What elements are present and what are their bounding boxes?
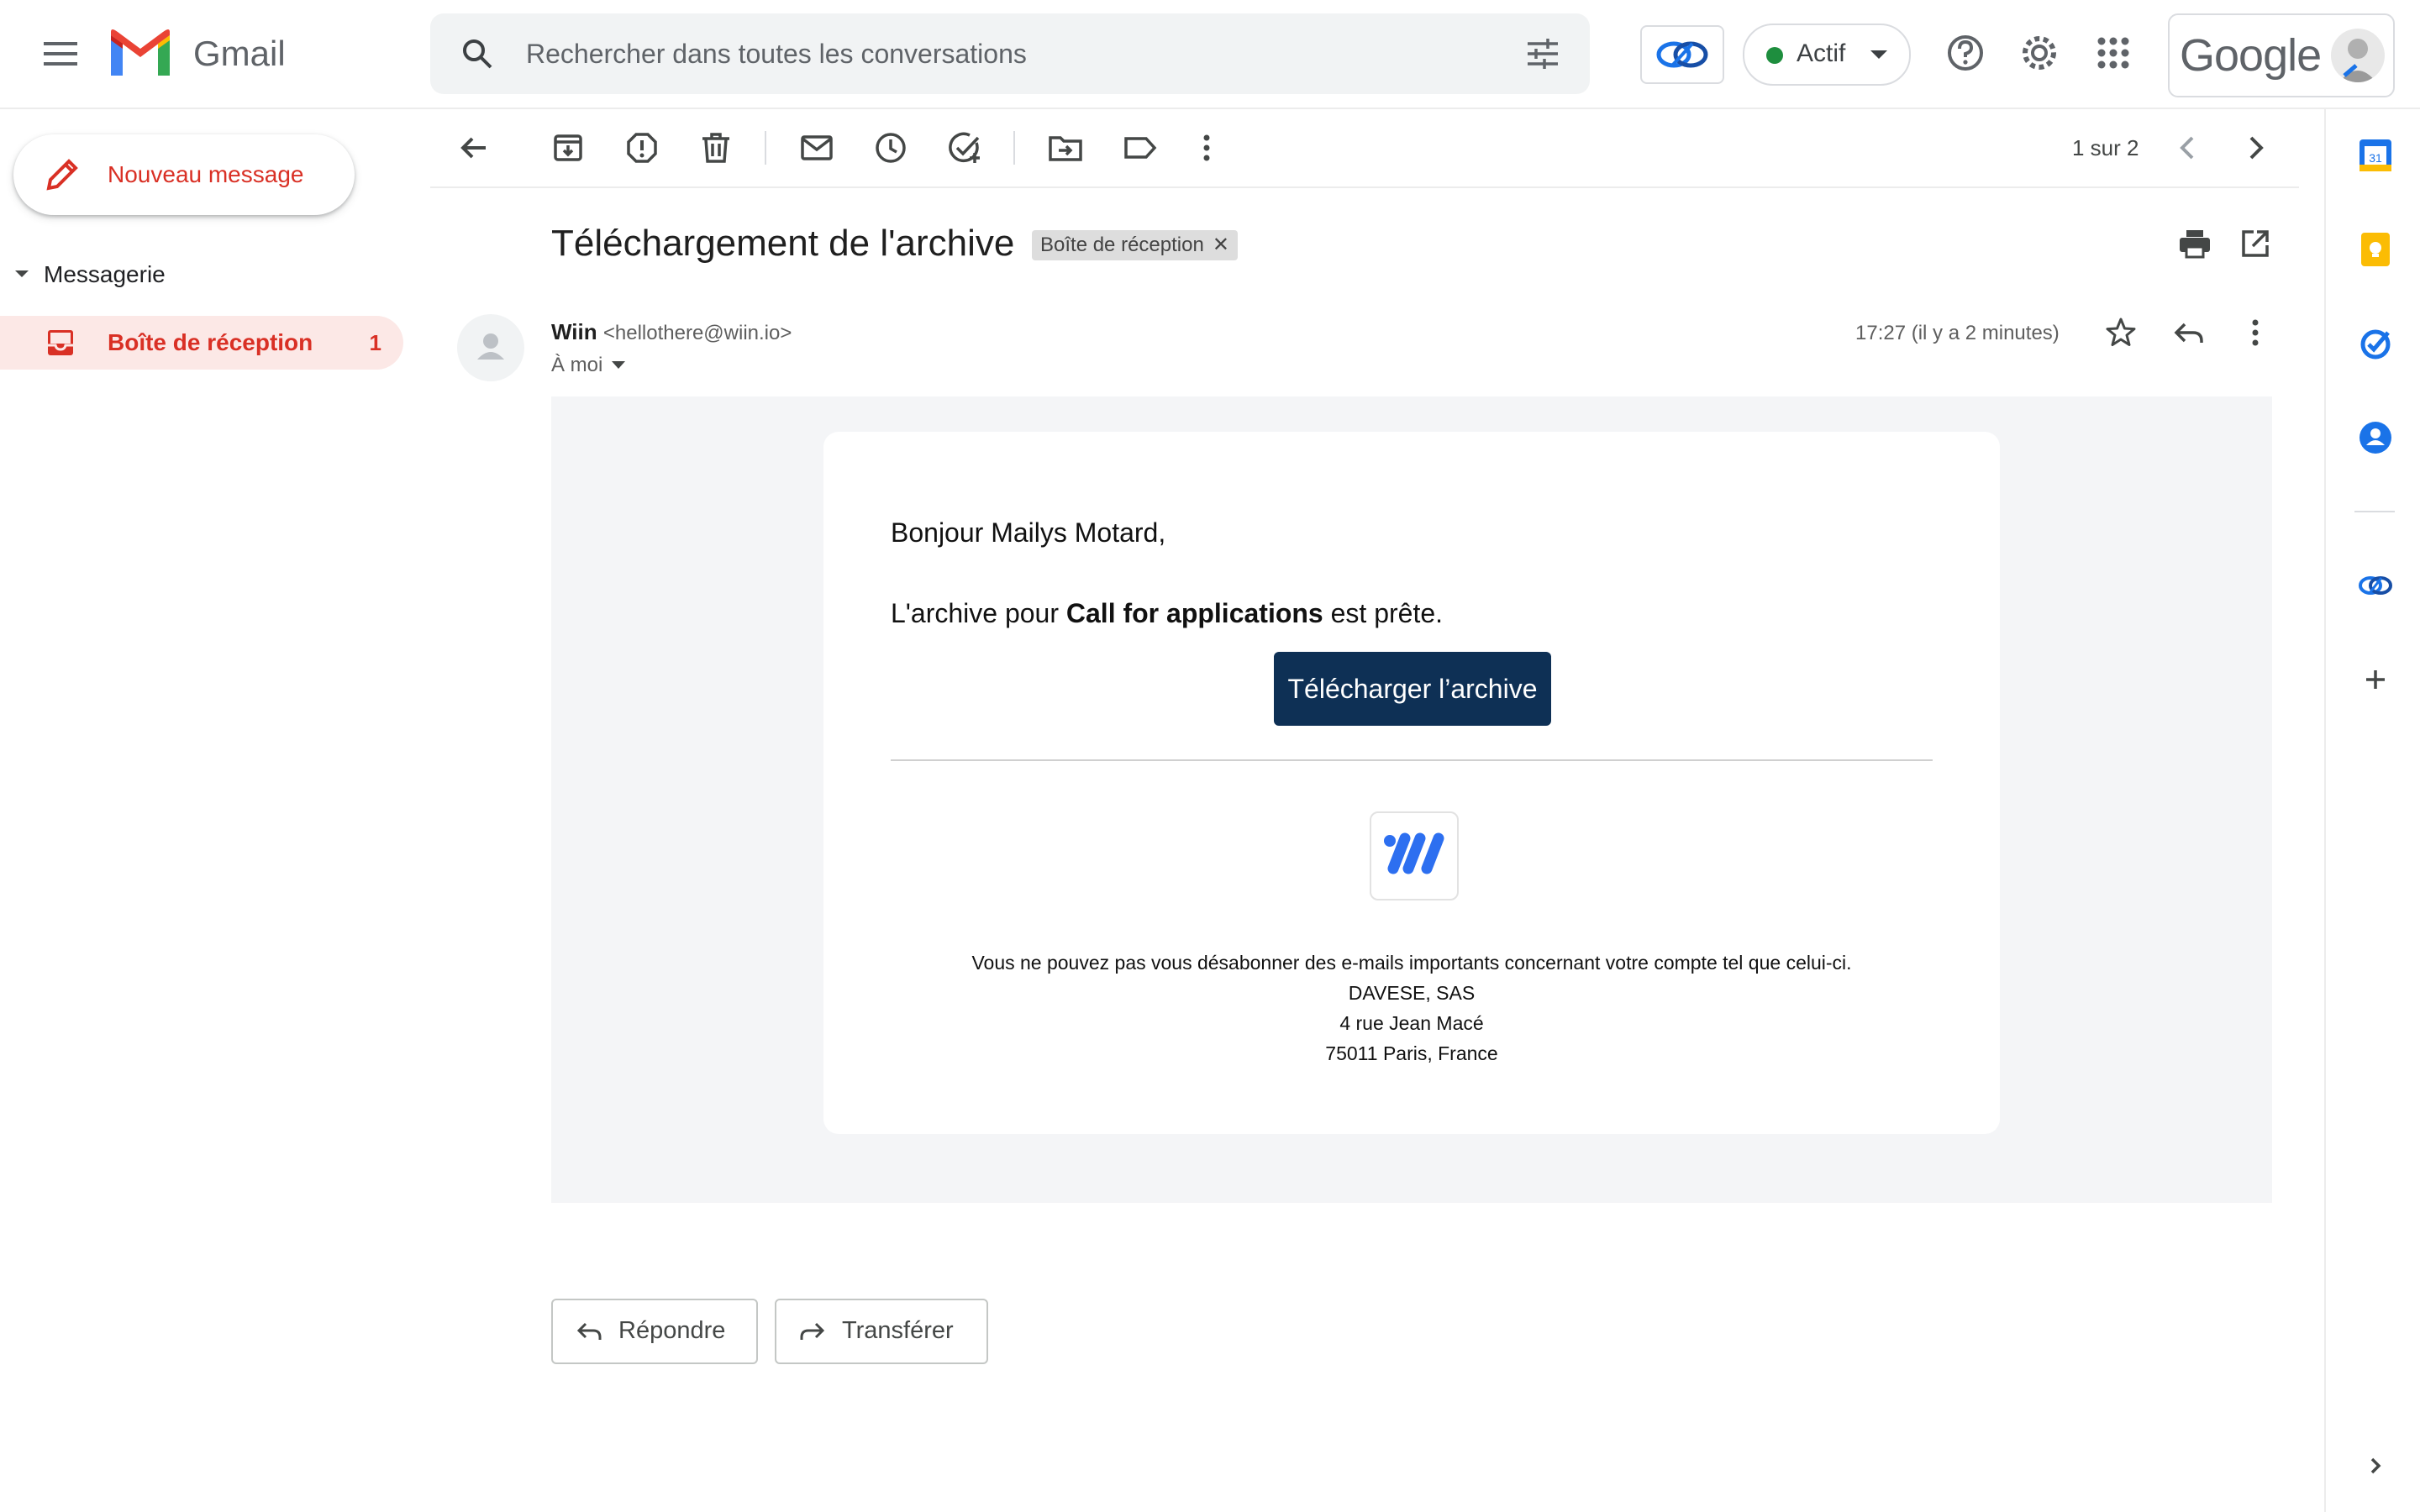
extension-sync-icon[interactable] [2354, 564, 2396, 606]
svg-text:31: 31 [2369, 151, 2382, 165]
snooze-icon[interactable] [871, 128, 911, 168]
add-addon-icon[interactable] [2354, 659, 2396, 701]
unread-count-badge: 1 [369, 330, 381, 355]
remove-label-icon[interactable]: ✕ [1213, 230, 1229, 260]
caret-down-icon [612, 361, 626, 369]
report-spam-icon[interactable] [622, 128, 662, 168]
print-icon[interactable] [2175, 223, 2215, 264]
mark-unread-icon[interactable] [797, 128, 837, 168]
email-line-suffix: est prête. [1323, 598, 1444, 628]
chevron-right-icon[interactable] [2235, 128, 2275, 168]
avatar[interactable] [2331, 29, 2385, 82]
sender-email: <hellothere@wiin.io> [602, 322, 792, 344]
status-label: Actif [1797, 39, 1846, 67]
toolbar-divider [765, 131, 766, 165]
side-panel-divider [2324, 108, 2326, 1512]
main-menu-icon[interactable] [34, 27, 87, 81]
sender-line[interactable]: Wiin <hellothere@wiin.io> [551, 318, 792, 348]
download-archive-button[interactable]: Télécharger l’archive [1274, 652, 1551, 726]
nav-section-label: Messagerie [44, 261, 166, 287]
reply-button[interactable]: Répondre [551, 1299, 758, 1364]
calendar-icon[interactable]: 31 [2354, 134, 2396, 176]
email-greeting: Bonjour Mailys Motard, [891, 517, 1166, 548]
sender-name: Wiin [551, 319, 597, 344]
app-name: Gmail [193, 34, 286, 73]
compose-button[interactable]: Nouveau message [13, 134, 355, 215]
label-chip[interactable]: Boîte de réception ✕ [1032, 230, 1238, 260]
gmail-logo-icon[interactable] [108, 29, 173, 79]
search-bar[interactable]: Rechercher dans toutes les conversations [430, 13, 1590, 94]
star-icon[interactable] [2101, 312, 2141, 353]
search-options-icon[interactable] [1524, 35, 1561, 72]
back-arrow-icon[interactable] [454, 128, 494, 168]
archive-icon[interactable] [548, 128, 588, 168]
email-divider [891, 759, 1933, 761]
footer-line: 75011 Paris, France [1325, 1042, 1498, 1064]
forward-button[interactable]: Transférer [775, 1299, 988, 1364]
contacts-icon[interactable] [2354, 417, 2396, 459]
toolbar-divider-line [430, 186, 2299, 188]
recipient-label: À moi [551, 354, 603, 376]
status-selector[interactable]: Actif [1743, 24, 1911, 86]
settings-gear-icon[interactable] [2017, 30, 2062, 76]
sender-avatar[interactable] [457, 314, 524, 381]
chevron-left-icon[interactable] [2168, 128, 2208, 168]
footer-line: DAVESE, SAS [1348, 982, 1476, 1004]
delete-icon[interactable] [696, 128, 736, 168]
top-bar: Gmail Rechercher dans toutes les convers… [0, 0, 2420, 109]
pagination-count: 1 sur 2 [2072, 135, 2139, 160]
email-subject: Téléchargement de l'archive [551, 223, 1015, 264]
reply-icon [575, 1317, 603, 1346]
help-icon[interactable] [1943, 30, 1988, 76]
email-card: Bonjour Mailys Motard, L'archive pour Ca… [823, 432, 2000, 1134]
email-line-prefix: L'archive pour [891, 598, 1066, 628]
more-vert-icon[interactable] [1186, 128, 1227, 168]
footer-line: 4 rue Jean Macé [1339, 1012, 1484, 1034]
tasks-icon[interactable] [2354, 323, 2396, 365]
message-timestamp: 17:27 (il y a 2 minutes) [1855, 322, 2060, 344]
recipient-details[interactable]: À moi [551, 351, 626, 380]
chevron-right-icon[interactable] [2354, 1445, 2396, 1487]
pencil-icon [42, 155, 82, 195]
footer-line: Vous ne pouvez pas vous désabonner des e… [971, 952, 1852, 974]
open-new-window-icon[interactable] [2235, 223, 2275, 264]
forward-icon [798, 1317, 827, 1346]
extension-sync-icon[interactable] [1640, 25, 1724, 84]
toolbar-divider [1013, 131, 1015, 165]
caret-down-icon [13, 269, 30, 281]
label-icon[interactable] [1119, 128, 1160, 168]
search-input[interactable]: Rechercher dans toutes les conversations [526, 37, 1027, 71]
search-icon[interactable] [459, 35, 496, 72]
apps-grid-icon[interactable] [2091, 30, 2136, 76]
rail-divider [2354, 511, 2395, 512]
forward-label: Transférer [842, 1317, 954, 1344]
google-wordmark: Google [2180, 30, 2322, 81]
sidebar-item-inbox[interactable]: Boîte de réception 1 [0, 316, 403, 370]
status-dot-icon [1766, 47, 1783, 64]
more-vert-icon[interactable] [2235, 312, 2275, 353]
account-switcher[interactable]: Google [2168, 13, 2395, 97]
compose-label: Nouveau message [108, 161, 304, 187]
add-to-tasks-icon[interactable] [944, 128, 985, 168]
reply-icon[interactable] [2168, 312, 2208, 353]
email-line-bold: Call for applications [1065, 598, 1323, 628]
inbox-icon [45, 328, 76, 358]
email-message-line: L'archive pour Call for applications est… [891, 596, 1443, 630]
keep-icon[interactable] [2354, 228, 2396, 270]
sidebar-item-label: Boîte de réception [108, 329, 313, 355]
chevron-down-icon [1869, 49, 1889, 62]
move-to-icon[interactable] [1045, 128, 1086, 168]
wiin-logo-icon [1370, 811, 1459, 900]
label-chip-text: Boîte de réception [1040, 234, 1204, 256]
reply-label: Répondre [618, 1317, 726, 1344]
